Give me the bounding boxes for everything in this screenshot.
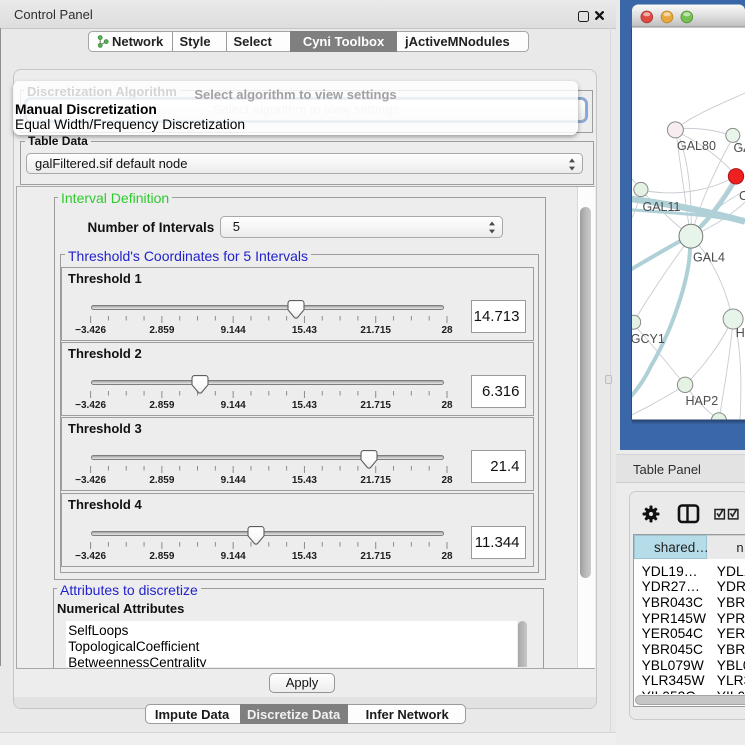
svg-text:HAP2: HAP2 xyxy=(686,394,719,408)
svg-text:GA: GA xyxy=(734,141,745,155)
svg-text:GAL11: GAL11 xyxy=(643,200,681,214)
svg-text:C: C xyxy=(739,189,745,203)
svg-text:GCY1: GCY1 xyxy=(631,332,665,346)
svg-text:GAL4: GAL4 xyxy=(693,251,725,265)
svg-text:GAL80: GAL80 xyxy=(677,139,716,153)
svg-text:H: H xyxy=(736,326,745,340)
